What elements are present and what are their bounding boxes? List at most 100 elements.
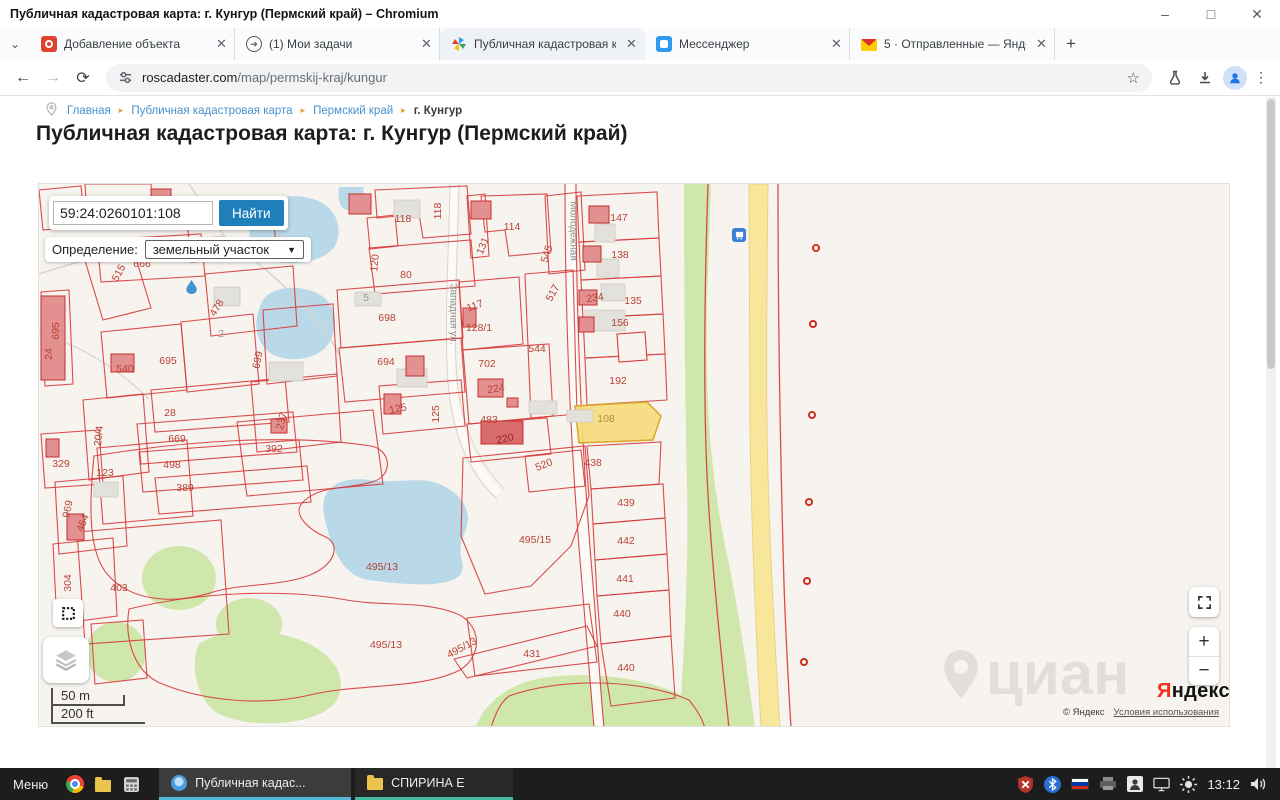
bookmark-star-icon[interactable]: ☆ [1127,69,1140,87]
parcel-label: 694 [377,356,395,368]
cadastral-map[interactable]: 6665155066952454069547826992820/46692373… [38,183,1230,727]
tab-close-icon[interactable]: ✕ [213,36,230,52]
tab-yandex-mail[interactable]: 5 · Отправленные — Яндекс ✕ [850,28,1055,60]
water-droplet-icon [186,280,197,299]
parcel-label: 698 [378,312,396,324]
fullscreen-button[interactable] [1189,587,1219,617]
tab-add-object[interactable]: Добавление объекта ✕ [30,28,235,60]
terms-link[interactable]: Условия использования [1114,707,1219,718]
zoom-in-button[interactable]: + [1189,627,1219,656]
parcel-label: 702 [478,358,496,370]
back-button[interactable]: ← [8,63,38,93]
browser-menu-icon[interactable]: ⋮ [1250,69,1272,86]
maximize-button[interactable]: □ [1188,0,1234,28]
breadcrumb-home-link[interactable]: Главная [67,105,111,117]
profile-avatar[interactable] [1223,66,1247,90]
copyright-text: © Яндекс [1063,707,1105,718]
parcel-label: 540 [116,363,134,375]
layers-button[interactable] [43,637,89,683]
parcel-label: 515 [110,262,129,283]
cadastral-point-marker [812,244,820,252]
address-bar[interactable]: roscadaster.com/map/permskij-kraj/kungur… [106,64,1152,92]
minimize-button[interactable]: – [1142,0,1188,28]
parcel-label: 2 [218,328,224,340]
ru-keyboard-flag-icon[interactable] [1071,778,1089,790]
tab-close-icon[interactable]: ✕ [828,36,845,52]
parcel-label: 483 [480,414,498,426]
display-icon[interactable] [1153,777,1170,792]
parcel-label: 80 [400,269,412,281]
tab-search-chevron-icon[interactable]: ⌄ [0,28,30,60]
system-tray: 13:12 [1017,776,1280,793]
parcel-label: 545 [539,244,556,264]
file-manager-icon[interactable] [89,770,117,798]
page-scrollbar[interactable] [1266,97,1276,768]
definition-panel: Определение: земельный участок ▼ [45,237,311,262]
messenger-favicon [656,36,672,52]
taskbar-window-cadastral[interactable]: Публичная кадас... [159,768,351,800]
tasks-favicon: ➜ [246,36,262,52]
parcel-label: 304 [62,574,74,592]
breadcrumb-arrow-icon: ▸ [401,105,406,116]
forward-button[interactable]: → [38,63,68,93]
parcel-label: 120 [368,254,382,273]
parcel-label: 392 [265,443,283,455]
parcel-label: 440 [613,608,631,620]
tab-close-icon[interactable]: ✕ [623,36,640,52]
parcel-label: 431 [523,648,541,660]
breadcrumb: Главная ▸ Публичная кадастровая карта ▸ … [46,102,462,119]
map-attribution: © Яндекс Условия использования [1063,707,1219,718]
scrollbar-thumb[interactable] [1267,99,1275,369]
yandex-logo[interactable]: Яндекс [1157,680,1230,703]
parcel-label: 117 [465,297,485,314]
cian-pin-icon [944,650,978,698]
brightness-icon[interactable] [1180,776,1197,793]
yandex-mail-favicon [861,39,877,51]
definition-select[interactable]: земельный участок ▼ [145,240,304,259]
breadcrumb-arrow-icon: ▸ [119,105,124,116]
parcel-label: 147 [610,212,628,224]
taskbar-window-folder[interactable]: СПИРИНА Е [355,768,513,800]
browser-toolbar: ← → ⟳ roscadaster.com/map/permskij-kraj/… [0,60,1280,96]
printer-icon[interactable] [1099,777,1117,791]
parcel-label: 123 [96,467,114,479]
chromium-launcher-icon[interactable] [61,770,89,798]
calculator-icon[interactable] [117,770,145,798]
parcel-label: 5 [363,292,369,304]
parcel-label: 135 [624,295,642,307]
parcel-label: 237 [274,411,290,431]
parcel-label: 24 [43,348,55,360]
site-info-icon[interactable] [118,70,133,85]
tab-my-tasks[interactable]: ➜ (1) Мои задачи ✕ [235,28,440,60]
parcel-label: 220 [495,431,515,446]
parcel-label: 969 [60,499,75,519]
volume-icon[interactable] [1250,776,1268,792]
measure-tool-button[interactable] [53,599,83,627]
tab-close-icon[interactable]: ✕ [1033,36,1050,52]
parcel-label: 108 [597,413,615,425]
tab-messenger[interactable]: Мессенджер ✕ [645,28,850,60]
reload-button[interactable]: ⟳ [68,63,98,93]
web-page: Главная ▸ Публичная кадастровая карта ▸ … [0,97,1280,768]
breadcrumb-region-link[interactable]: Пермский край [313,105,393,117]
close-button[interactable]: ✕ [1234,0,1280,28]
cadastral-point-marker [808,411,816,419]
taskbar-menu-button[interactable]: Меню [0,777,61,792]
parcel-label: 389 [176,482,194,494]
cadastral-number-input[interactable] [53,201,213,225]
tab-cadastral-map-active[interactable]: Публичная кадастровая кар ✕ [440,28,645,60]
bluetooth-icon[interactable] [1044,776,1061,793]
download-icon[interactable] [1190,70,1220,86]
labs-flask-icon[interactable] [1160,70,1190,86]
folder-icon [367,778,383,790]
street-name-label: Молодежная [568,201,579,261]
parcel-label: 28 [164,407,176,419]
tab-close-icon[interactable]: ✕ [418,36,435,52]
parcel-label: 517 [544,282,563,303]
find-button[interactable]: Найти [219,200,284,226]
new-tab-button[interactable]: + [1055,28,1087,60]
breadcrumb-map-link[interactable]: Публичная кадастровая карта [131,105,292,117]
security-shield-icon[interactable] [1017,776,1034,793]
user-session-icon[interactable] [1127,776,1143,792]
parcel-label: 224 [486,382,505,396]
